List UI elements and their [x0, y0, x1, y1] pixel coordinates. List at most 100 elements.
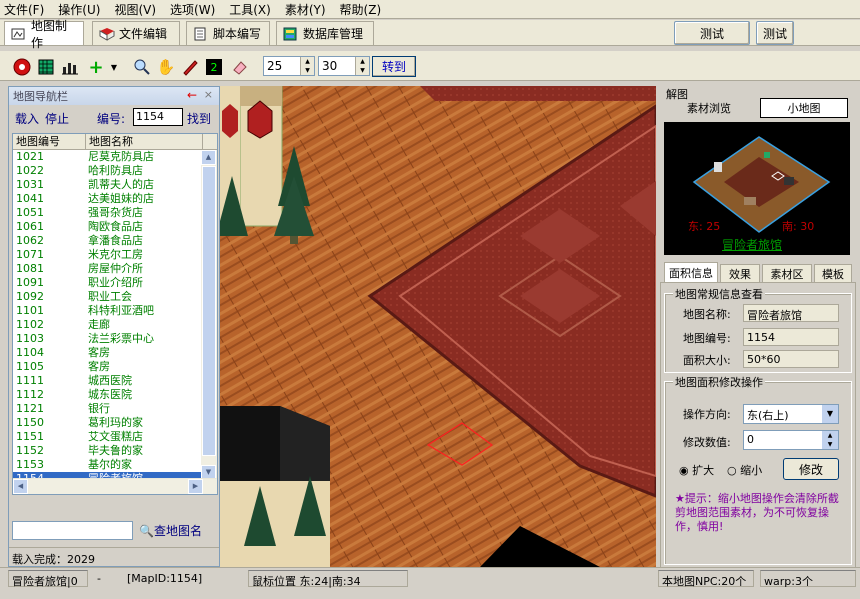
list-item-id: 1101: [16, 304, 44, 317]
list-item[interactable]: 1101 科特利亚酒吧: [13, 304, 217, 318]
list-item[interactable]: 1102 走廊: [13, 318, 217, 332]
scroll-thumb[interactable]: [202, 166, 216, 456]
menu-material[interactable]: 素材(Y): [285, 1, 326, 18]
list-item[interactable]: 1103 法兰彩票中心: [13, 332, 217, 346]
tab-map-making[interactable]: 地图制作: [4, 19, 84, 50]
goto-button[interactable]: 转到: [372, 56, 416, 77]
list-item[interactable]: 1091 职业介绍所: [13, 276, 217, 290]
tab-area-info[interactable]: 面积信息: [664, 262, 718, 282]
tab-material-browse[interactable]: 素材浏览: [664, 98, 754, 118]
list-item-id: 1071: [16, 248, 44, 261]
grid-tool-icon[interactable]: [36, 57, 56, 77]
vertical-scrollbar[interactable]: ▲ ▼: [201, 150, 217, 480]
column-map-name[interactable]: 地图名称: [86, 134, 203, 149]
shrink-label: 缩小: [740, 464, 763, 477]
scroll-up-icon[interactable]: ▲: [201, 150, 216, 165]
spinner-arrows-icon[interactable]: ▲ ▼: [355, 57, 369, 75]
chart-tool-icon[interactable]: [60, 57, 80, 77]
list-item[interactable]: 1112 城东医院: [13, 388, 217, 402]
tab-minimap[interactable]: 小地图: [760, 98, 848, 118]
layer-2-icon[interactable]: 2: [206, 59, 222, 75]
scroll-right-icon[interactable]: ▶: [188, 479, 203, 494]
menu-tools[interactable]: 工具(X): [229, 1, 271, 18]
test-button-1[interactable]: 测试: [674, 21, 750, 45]
map-name-search-input[interactable]: [12, 521, 133, 540]
load-status: 载入完成：2029: [9, 547, 219, 566]
list-item-name: 城西医院: [88, 374, 132, 387]
expand-radio[interactable]: ◉ 扩大: [679, 462, 714, 478]
list-item-name: 葛利玛的家: [88, 416, 143, 429]
list-item[interactable]: 1041 达美姐妹的店: [13, 192, 217, 206]
list-header: 地图编号 地图名称: [13, 134, 217, 150]
list-item-id: 1152: [16, 444, 44, 457]
record-icon[interactable]: [12, 57, 32, 77]
list-item[interactable]: 1151 艾文蛋糕店: [13, 430, 217, 444]
tab-database-manage[interactable]: 数据库管理: [276, 21, 374, 45]
chevron-down-icon[interactable]: ▼: [104, 57, 124, 77]
list-item[interactable]: 1071 米克尔工房: [13, 248, 217, 262]
chevron-down-icon[interactable]: ▼: [822, 405, 838, 423]
list-item[interactable]: 1121 银行: [13, 402, 217, 416]
stop-button[interactable]: 停止: [45, 110, 69, 127]
list-item[interactable]: 1150 葛利玛的家: [13, 416, 217, 430]
modify-button[interactable]: 修改: [783, 458, 839, 480]
tab-material-area[interactable]: 素材区: [762, 264, 812, 284]
search-map-name-button[interactable]: 🔍查地图名: [139, 522, 202, 539]
south-coord-spinner[interactable]: 30 ▲ ▼: [318, 56, 370, 76]
zoom-icon[interactable]: [132, 57, 152, 77]
hand-icon[interactable]: ✋: [156, 57, 176, 77]
list-item-name: 客房: [88, 360, 110, 373]
database-icon: [283, 27, 297, 41]
list-item[interactable]: 1153 基尔的家: [13, 458, 217, 472]
add-icon[interactable]: +: [86, 57, 106, 78]
test-button-2[interactable]: 测试: [756, 21, 794, 45]
horizontal-scrollbar[interactable]: ◀ ▶: [13, 478, 217, 494]
spinner-arrows-icon[interactable]: ▲ ▼: [822, 431, 838, 449]
list-item[interactable]: 1061 陶欧食品店: [13, 220, 217, 234]
east-coord-spinner[interactable]: 25 ▲ ▼: [263, 56, 315, 76]
list-item[interactable]: 1111 城西医院: [13, 374, 217, 388]
menu-options[interactable]: 选项(W): [170, 1, 215, 18]
list-item[interactable]: 1092 职业工会: [13, 290, 217, 304]
modify-value-spinner[interactable]: 0 ▲ ▼: [743, 430, 839, 450]
menu-view[interactable]: 视图(V): [114, 1, 156, 18]
pencil-icon[interactable]: [180, 57, 200, 77]
spinner-arrows-icon[interactable]: ▲ ▼: [300, 57, 314, 75]
eraser-icon[interactable]: [230, 57, 250, 77]
tab-effects[interactable]: 效果: [720, 264, 760, 284]
list-item[interactable]: 1105 客房: [13, 360, 217, 374]
list-item[interactable]: 1022 哈利防具店: [13, 164, 217, 178]
status-mapid: [MapID:1154]: [127, 572, 203, 585]
shrink-radio[interactable]: ○ 缩小: [727, 462, 762, 478]
list-item[interactable]: 1021 尼莫克防具店: [13, 150, 217, 164]
scroll-left-icon[interactable]: ◀: [13, 479, 28, 494]
list-item-name: 科特利亚酒吧: [88, 304, 154, 317]
close-icon[interactable]: ×: [204, 88, 213, 101]
tab-file-edit[interactable]: 文件编辑: [92, 21, 180, 45]
list-item[interactable]: 1031 凯蒂夫人的店: [13, 178, 217, 192]
map-list[interactable]: 地图编号 地图名称 1021 尼莫克防具店 1022 哈利防具店 1031 凯蒂夫人的店 1…: [12, 133, 218, 495]
map-id-input[interactable]: 1154: [133, 108, 183, 126]
minimap-view[interactable]: 东: 25 南: 30 冒险者旅馆: [664, 122, 850, 255]
load-button[interactable]: 载入: [15, 110, 39, 127]
map-canvas[interactable]: [220, 86, 656, 567]
tab-template[interactable]: 模板: [814, 264, 852, 284]
tab-script-write[interactable]: 脚本编写: [186, 21, 270, 45]
direction-select[interactable]: 东(右上) ▼: [743, 404, 839, 424]
list-item[interactable]: 1152 毕夫鲁的家: [13, 444, 217, 458]
list-item[interactable]: 1081 房屋仲介所: [13, 262, 217, 276]
menu-operation[interactable]: 操作(U): [58, 1, 100, 18]
column-map-id[interactable]: 地图编号: [13, 134, 86, 149]
find-button[interactable]: 找到: [187, 110, 211, 127]
list-item-name: 毕夫鲁的家: [88, 444, 143, 457]
map-icon: [11, 27, 25, 41]
list-item[interactable]: 1104 客房: [13, 346, 217, 360]
list-item-id: 1051: [16, 206, 44, 219]
menu-help[interactable]: 帮助(Z): [340, 1, 382, 18]
list-item[interactable]: 1051 强哥杂货店: [13, 206, 217, 220]
list-item-name: 凯蒂夫人的店: [88, 178, 154, 191]
list-item[interactable]: 1062 拿潘食品店: [13, 234, 217, 248]
menu-file[interactable]: 文件(F): [4, 1, 44, 18]
arrow-left-icon[interactable]: ←: [187, 88, 197, 102]
list-item-name: 职业介绍所: [88, 276, 143, 289]
